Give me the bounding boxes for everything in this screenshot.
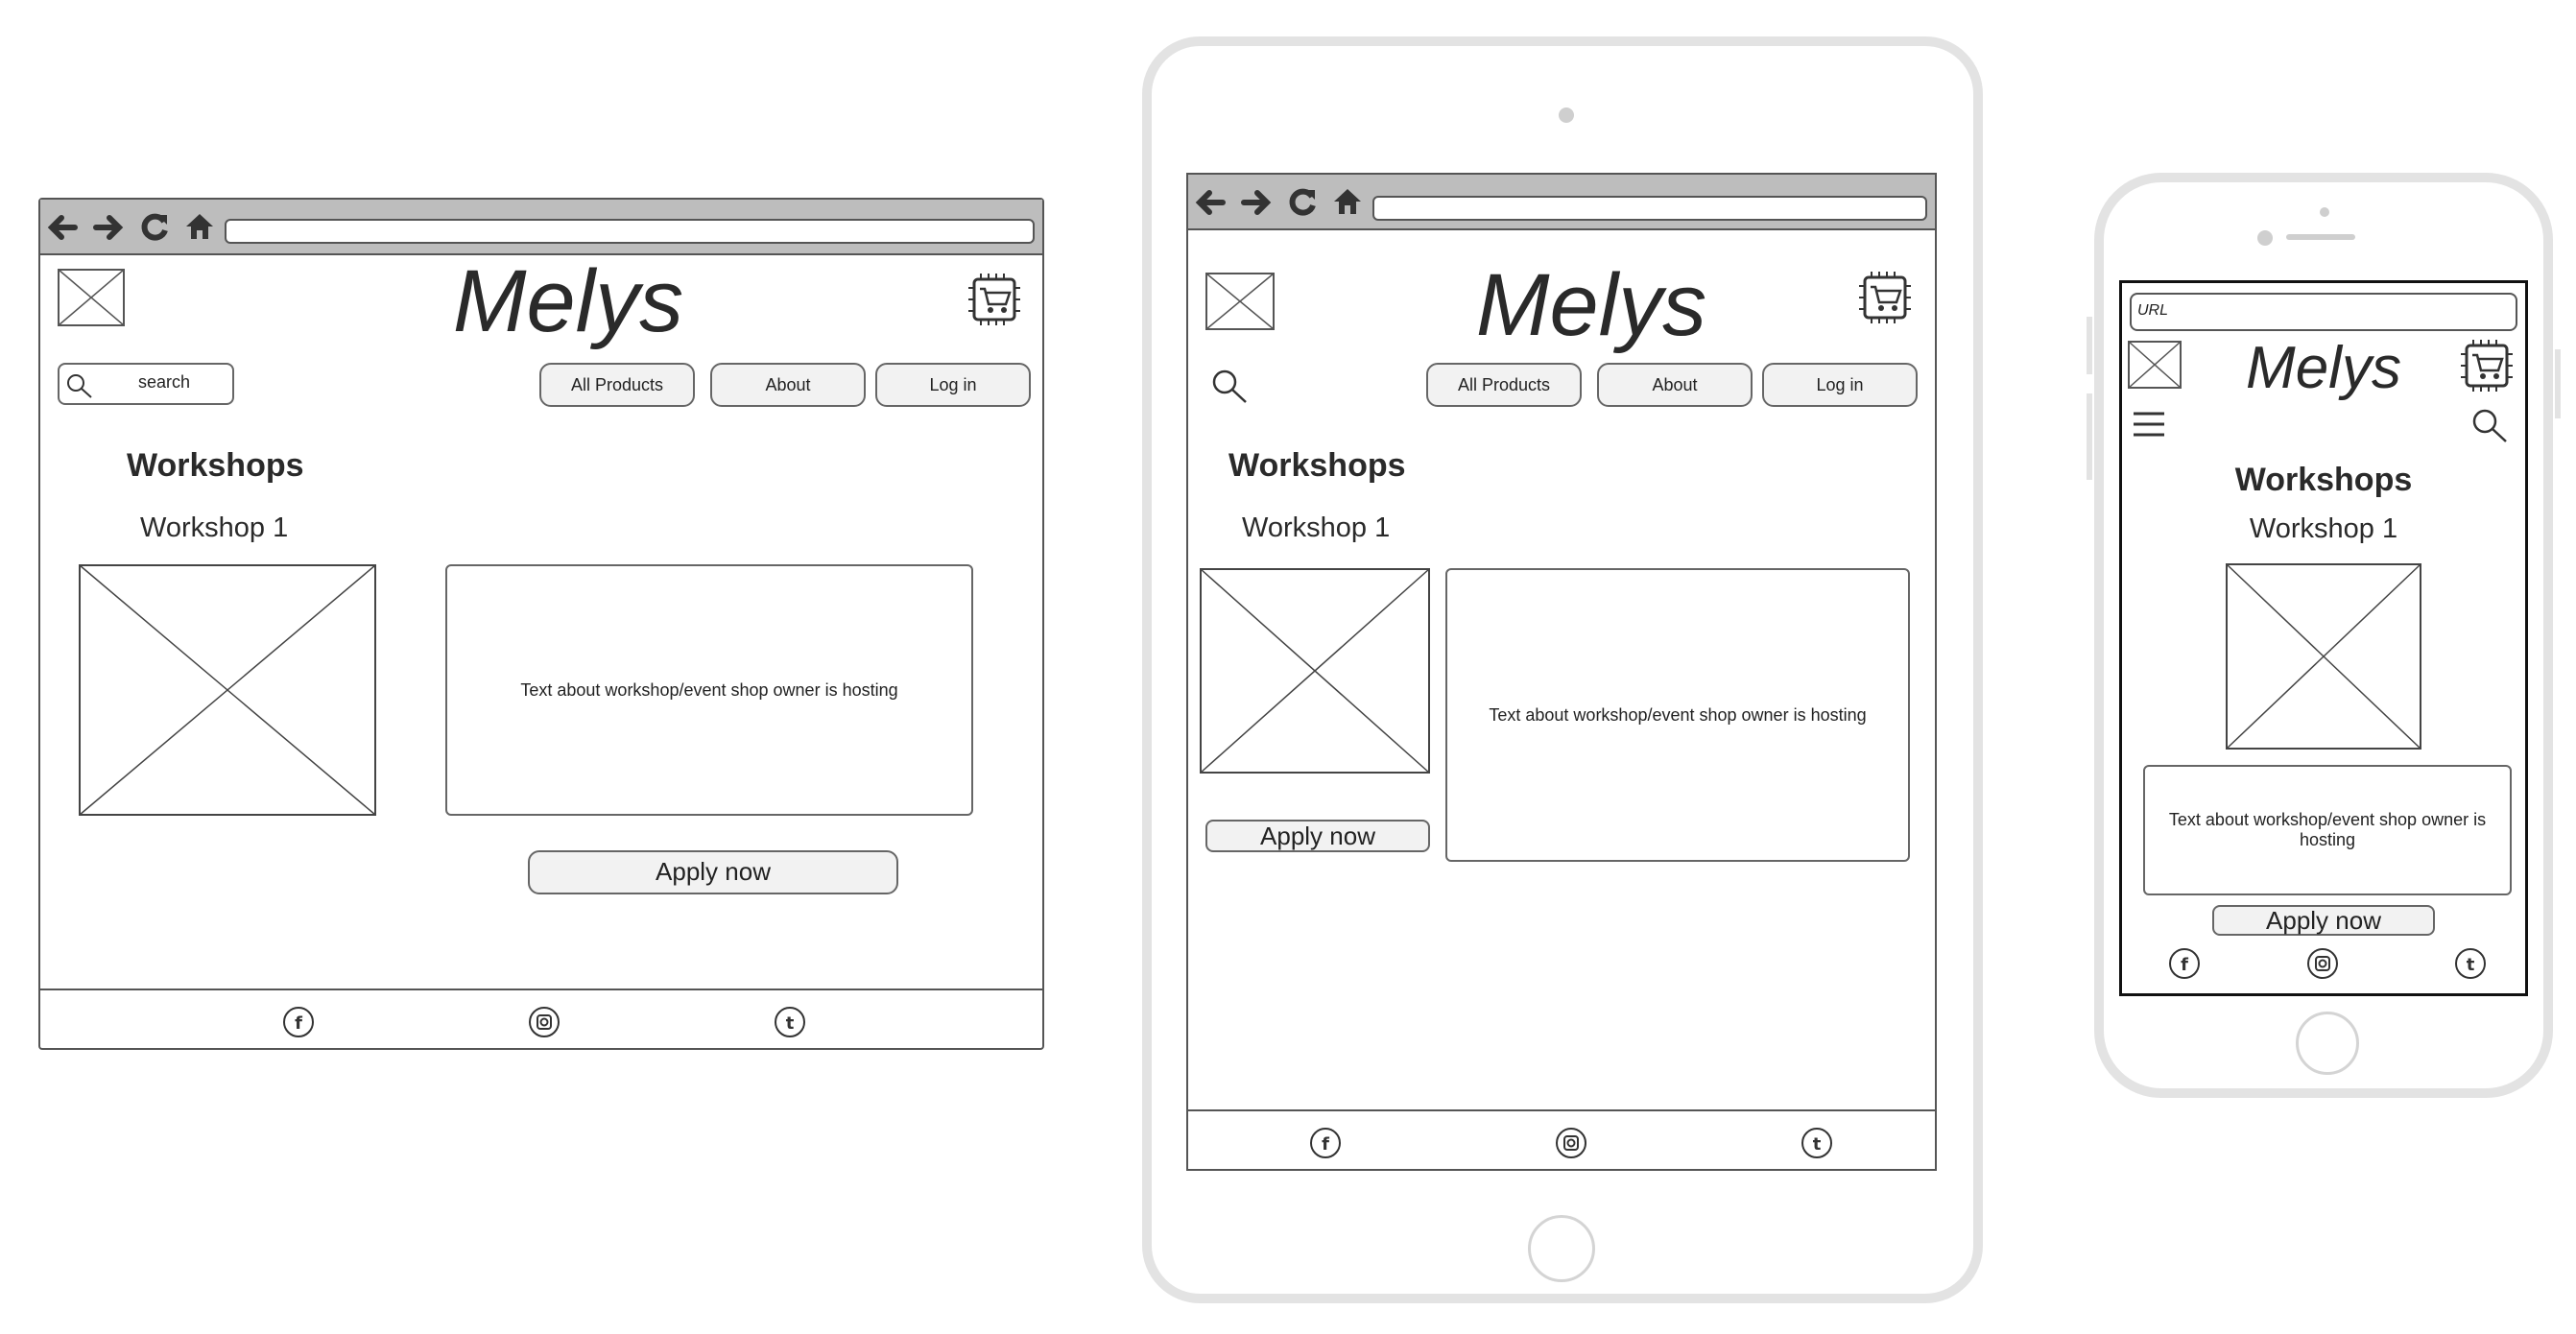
svg-text:f: f xyxy=(2181,955,2188,975)
tablet-home-button[interactable] xyxy=(1528,1215,1595,1282)
url-bar[interactable] xyxy=(1372,196,1927,221)
image-placeholder-icon xyxy=(1205,273,1275,330)
home-icon[interactable] xyxy=(184,211,215,242)
arrow-right-icon[interactable] xyxy=(1240,188,1273,217)
desktop-browser-toolbar xyxy=(40,200,1042,255)
page-heading: Workshops xyxy=(1228,447,1406,484)
image-placeholder-icon xyxy=(1200,568,1430,774)
search-icon[interactable] xyxy=(2471,408,2510,444)
instagram-icon[interactable] xyxy=(528,1006,561,1038)
workshop-title: Workshop 1 xyxy=(140,512,289,543)
page-heading: Workshops xyxy=(2234,462,2413,498)
workshop-title: Workshop 1 xyxy=(1242,512,1391,543)
hamburger-menu-icon[interactable] xyxy=(2132,410,2166,439)
image-placeholder-icon xyxy=(58,269,125,326)
svg-text:f: f xyxy=(1322,1134,1329,1155)
facebook-icon[interactable]: f xyxy=(1309,1127,1342,1159)
log-in-button[interactable]: Log in xyxy=(1762,363,1918,407)
image-placeholder-icon xyxy=(79,564,376,816)
url-bar[interactable] xyxy=(225,219,1035,244)
search-label: search xyxy=(138,372,191,392)
all-products-button[interactable]: All Products xyxy=(1426,363,1582,407)
svg-text:t: t xyxy=(1813,1134,1822,1155)
home-icon[interactable] xyxy=(1332,186,1363,217)
svg-text:f: f xyxy=(295,1013,302,1034)
phone-speaker xyxy=(2286,234,2355,240)
reload-icon[interactable] xyxy=(1286,186,1319,219)
instagram-icon[interactable] xyxy=(2306,947,2339,980)
cart-icon[interactable] xyxy=(2460,339,2514,393)
log-in-button[interactable]: Log in xyxy=(875,363,1031,407)
image-placeholder-icon xyxy=(2128,341,2182,389)
arrow-right-icon[interactable] xyxy=(92,213,125,242)
svg-text:t: t xyxy=(786,1013,795,1034)
search-box[interactable]: search xyxy=(58,363,234,405)
tumblr-icon[interactable]: t xyxy=(1801,1127,1833,1159)
brand-logo[interactable]: Melys xyxy=(1390,261,1793,349)
footer-divider xyxy=(1188,1109,1935,1111)
tumblr-icon[interactable]: t xyxy=(2454,947,2487,980)
image-placeholder-icon xyxy=(2226,563,2421,750)
instagram-icon[interactable] xyxy=(1555,1127,1587,1159)
reload-icon[interactable] xyxy=(138,211,171,244)
workshop-description: Text about workshop/event shop owner is … xyxy=(1445,568,1910,862)
url-placeholder: URL xyxy=(2137,302,2169,319)
facebook-icon[interactable]: f xyxy=(2168,947,2201,980)
arrow-left-icon[interactable] xyxy=(46,213,79,242)
about-button[interactable]: About xyxy=(1597,363,1753,407)
footer-divider xyxy=(40,989,1042,990)
tumblr-icon[interactable]: t xyxy=(774,1006,806,1038)
phone-camera xyxy=(2257,230,2273,246)
phone-side-button xyxy=(2087,393,2092,480)
phone-side-button xyxy=(2087,317,2092,374)
svg-text:t: t xyxy=(2467,955,2475,975)
phone-sensor xyxy=(2320,207,2329,217)
workshop-title: Workshop 1 xyxy=(2249,513,2398,544)
brand-logo[interactable]: Melys xyxy=(2218,339,2429,398)
arrow-left-icon[interactable] xyxy=(1194,188,1227,217)
desktop-browser-window: Melys search All Products About Log in W… xyxy=(38,198,1044,1050)
all-products-button[interactable]: All Products xyxy=(539,363,695,407)
url-bar[interactable]: URL xyxy=(2130,293,2517,331)
tablet-camera xyxy=(1559,107,1574,123)
tablet-browser-window: Melys All Products About Log in Workshop… xyxy=(1186,173,1937,1171)
phone-home-button[interactable] xyxy=(2296,1012,2359,1075)
cart-icon[interactable] xyxy=(967,273,1021,326)
brand-logo[interactable]: Melys xyxy=(367,257,770,345)
workshop-description: Text about workshop/event shop owner is … xyxy=(2143,765,2512,895)
page-heading: Workshops xyxy=(127,447,304,484)
phone-screen: URL Melys Workshops Workshop 1 Text abou… xyxy=(2119,280,2528,996)
workshop-description: Text about workshop/event shop owner is … xyxy=(445,564,973,816)
apply-now-button[interactable]: Apply now xyxy=(2212,905,2435,936)
about-button[interactable]: About xyxy=(710,363,866,407)
facebook-icon[interactable]: f xyxy=(282,1006,315,1038)
apply-now-button[interactable]: Apply now xyxy=(1205,820,1430,852)
phone-side-button xyxy=(2555,349,2561,418)
tablet-browser-toolbar xyxy=(1188,175,1935,230)
apply-now-button[interactable]: Apply now xyxy=(528,850,898,894)
search-icon xyxy=(67,374,92,398)
search-icon[interactable] xyxy=(1211,369,1250,405)
cart-icon[interactable] xyxy=(1858,271,1912,324)
